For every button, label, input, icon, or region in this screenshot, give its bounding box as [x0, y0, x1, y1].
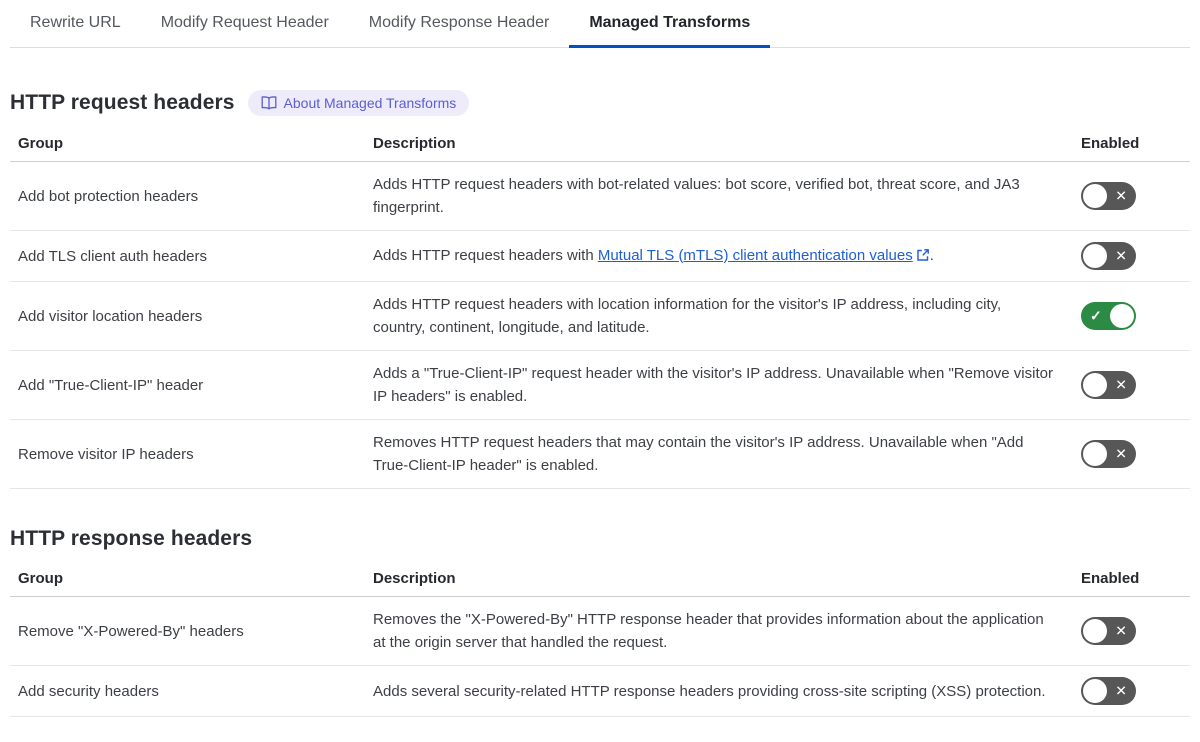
toggle-knob — [1083, 442, 1107, 466]
cross-icon: ✕ — [1115, 247, 1127, 264]
toggle-knob — [1083, 619, 1107, 643]
column-header-description: Description — [365, 564, 1063, 597]
cross-icon: ✕ — [1115, 682, 1127, 699]
toggle-knob — [1110, 304, 1134, 328]
description-cell: Adds HTTP request headers with location … — [365, 281, 1063, 351]
toggle-knob — [1083, 679, 1107, 703]
tab-rewrite-url[interactable]: Rewrite URL — [10, 0, 141, 48]
group-cell: Add security headers — [10, 665, 365, 717]
column-header-group: Group — [10, 564, 365, 597]
tab-managed-transforms[interactable]: Managed Transforms — [569, 0, 771, 48]
column-header-description: Description — [365, 129, 1063, 162]
toggle-add-true-client-ip-header[interactable]: ✕ — [1081, 371, 1136, 399]
group-cell: Remove "X-Powered-By" headers — [10, 596, 365, 666]
table-row: Add TLS client auth headers Adds HTTP re… — [10, 230, 1190, 282]
cross-icon: ✕ — [1115, 376, 1127, 393]
description-cell: Adds several security-related HTTP respo… — [365, 665, 1063, 717]
response-headers-section-head: HTTP response headers — [10, 527, 1190, 551]
external-link-icon[interactable] — [916, 246, 930, 269]
cross-icon: ✕ — [1115, 187, 1127, 204]
table-row: Add security headers Adds several securi… — [10, 665, 1190, 717]
transform-rules-tabbar: Rewrite URL Modify Request Header Modify… — [10, 0, 1190, 48]
group-cell: Add TLS client auth headers — [10, 230, 365, 282]
table-row: Remove "X-Powered-By" headers Removes th… — [10, 596, 1190, 666]
column-header-enabled: Enabled — [1063, 564, 1190, 597]
toggle-remove-x-powered-by-headers[interactable]: ✕ — [1081, 617, 1136, 645]
request-headers-title: HTTP request headers — [10, 91, 235, 114]
group-cell: Add visitor location headers — [10, 281, 365, 351]
toggle-add-bot-protection-headers[interactable]: ✕ — [1081, 182, 1136, 210]
group-cell: Add bot protection headers — [10, 161, 365, 231]
check-icon: ✓ — [1090, 307, 1102, 324]
description-cell: Removes the "X-Powered-By" HTTP response… — [365, 596, 1063, 666]
response-headers-table: Group Description Enabled Remove "X-Powe… — [10, 564, 1190, 717]
response-table-header-row: Group Description Enabled — [10, 564, 1190, 597]
table-row: Remove visitor IP headers Removes HTTP r… — [10, 419, 1190, 489]
response-headers-title: HTTP response headers — [10, 527, 253, 550]
tab-modify-response-header[interactable]: Modify Response Header — [349, 0, 570, 48]
request-headers-table: Group Description Enabled Add bot protec… — [10, 129, 1190, 489]
cross-icon: ✕ — [1115, 622, 1127, 639]
toggle-knob — [1083, 184, 1107, 208]
table-row: Add visitor location headers Adds HTTP r… — [10, 281, 1190, 351]
description-cell: Adds HTTP request headers with Mutual TL… — [365, 230, 1063, 282]
request-table-header-row: Group Description Enabled — [10, 129, 1190, 162]
toggle-knob — [1083, 244, 1107, 268]
toggle-add-visitor-location-headers[interactable]: ✓ — [1081, 302, 1136, 330]
cross-icon: ✕ — [1115, 445, 1127, 462]
group-cell: Add "True-Client-IP" header — [10, 350, 365, 420]
description-cell: Adds HTTP request headers with bot-relat… — [365, 161, 1063, 231]
column-header-enabled: Enabled — [1063, 129, 1190, 162]
mtls-docs-link[interactable]: Mutual TLS (mTLS) client authentication … — [598, 247, 913, 264]
toggle-remove-visitor-ip-headers[interactable]: ✕ — [1081, 440, 1136, 468]
table-row: Add bot protection headers Adds HTTP req… — [10, 161, 1190, 231]
tab-modify-request-header[interactable]: Modify Request Header — [141, 0, 349, 48]
description-cell: Removes HTTP request headers that may co… — [365, 419, 1063, 489]
request-headers-section-head: HTTP request headers About Managed Trans… — [10, 90, 1190, 116]
about-managed-transforms-link[interactable]: About Managed Transforms — [247, 90, 470, 116]
about-badge-label: About Managed Transforms — [283, 95, 457, 111]
toggle-add-tls-client-auth-headers[interactable]: ✕ — [1081, 242, 1136, 270]
description-cell: Adds a "True-Client-IP" request header w… — [365, 350, 1063, 420]
toggle-add-security-headers[interactable]: ✕ — [1081, 677, 1136, 705]
toggle-knob — [1083, 373, 1107, 397]
book-icon — [261, 96, 277, 110]
group-cell: Remove visitor IP headers — [10, 419, 365, 489]
column-header-group: Group — [10, 129, 365, 162]
table-row: Add "True-Client-IP" header Adds a "True… — [10, 350, 1190, 420]
